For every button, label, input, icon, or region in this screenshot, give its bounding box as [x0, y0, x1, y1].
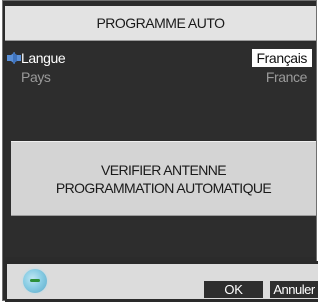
ok-button[interactable]: OK [204, 281, 263, 298]
antenna-message-box: VERIFIER ANTENNE PROGRAMMATION AUTOMATIQ… [11, 141, 316, 216]
setting-row-langue[interactable]: Langue Français [5, 49, 316, 69]
menu-title: PROGRAMME AUTO [96, 15, 225, 31]
footer-bar: OK Annuler [5, 261, 318, 302]
audio-speaker-icon [7, 52, 21, 64]
setting-label-pays: Pays [21, 69, 51, 85]
setting-label-langue: Langue [21, 50, 66, 66]
setting-value-pays[interactable]: France [261, 68, 312, 86]
globe-icon [23, 269, 47, 293]
tv-menu-window: PROGRAMME AUTO Langue Français Pays Fran… [2, 0, 318, 302]
setting-value-langue[interactable]: Français [251, 49, 312, 67]
message-line-2: PROGRAMMATION AUTOMATIQUE [55, 179, 272, 196]
footer-panel: OK Annuler [7, 264, 318, 299]
setting-row-pays[interactable]: Pays France [5, 68, 316, 88]
message-line-1: VERIFIER ANTENNE [101, 161, 227, 178]
menu-title-bar: PROGRAMME AUTO [5, 6, 316, 41]
cancel-button[interactable]: Annuler [270, 281, 318, 298]
